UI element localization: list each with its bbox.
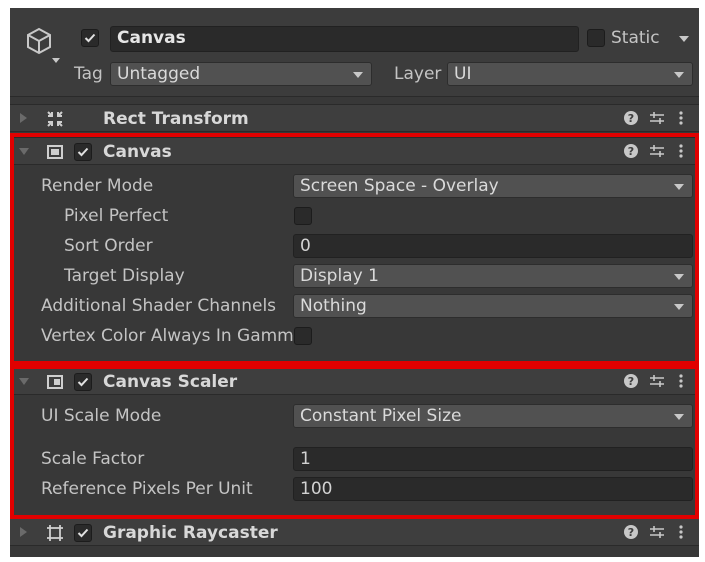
canvas-scaler-icon xyxy=(46,373,64,391)
help-icon[interactable]: ? xyxy=(623,143,639,159)
help-icon[interactable]: ? xyxy=(623,110,639,126)
layer-value: UI xyxy=(454,64,472,84)
ui-scale-mode-dropdown[interactable]: Constant Pixel Size xyxy=(293,404,693,428)
canvas-component-icon xyxy=(46,143,64,161)
ui-scale-mode-value: Constant Pixel Size xyxy=(300,406,462,426)
presets-icon[interactable] xyxy=(649,524,665,540)
name-field-value: Canvas xyxy=(117,28,186,48)
pixel-perfect-label: Pixel Perfect xyxy=(64,206,169,226)
gameobject-icon[interactable] xyxy=(24,26,54,56)
svg-text:?: ? xyxy=(628,526,634,539)
chevron-down-icon xyxy=(674,184,684,190)
sort-order-label: Sort Order xyxy=(64,236,153,256)
gameobject-header: Canvas Static Tag Untagged Layer UI xyxy=(10,8,699,97)
tag-value: Untagged xyxy=(117,64,201,84)
tag-dropdown[interactable]: Untagged xyxy=(110,62,372,86)
chevron-down-icon xyxy=(353,72,363,78)
rect-transform-header[interactable]: Rect Transform ? xyxy=(10,104,699,132)
rect-transform-title: Rect Transform xyxy=(103,109,249,129)
sort-order-field[interactable]: 0 xyxy=(293,234,693,258)
canvas-scaler-title: Canvas Scaler xyxy=(103,372,238,392)
chevron-down-icon xyxy=(674,304,684,310)
shader-channels-value: Nothing xyxy=(300,296,367,316)
scale-factor-field[interactable]: 1 xyxy=(293,447,693,471)
presets-icon[interactable] xyxy=(649,373,665,389)
foldout-arrow-icon[interactable] xyxy=(20,527,27,537)
canvas-enabled-checkbox[interactable] xyxy=(74,143,92,161)
layer-label: Layer xyxy=(394,64,442,84)
ui-scale-mode-label: UI Scale Mode xyxy=(41,406,162,426)
graphic-raycaster-header[interactable]: Graphic Raycaster ? xyxy=(10,518,699,546)
layer-dropdown[interactable]: UI xyxy=(447,62,693,86)
target-display-label: Target Display xyxy=(64,266,185,286)
more-menu-icon[interactable] xyxy=(677,524,685,540)
help-icon[interactable]: ? xyxy=(623,373,639,389)
chevron-down-icon xyxy=(674,414,684,420)
static-dropdown-caret-icon[interactable] xyxy=(679,36,689,42)
foldout-arrow-icon[interactable] xyxy=(19,148,29,155)
foldout-arrow-icon[interactable] xyxy=(19,378,29,385)
canvas-scaler-enabled-checkbox[interactable] xyxy=(74,373,92,391)
inspector-panel: Canvas Static Tag Untagged Layer UI Rect… xyxy=(10,8,699,557)
target-display-value: Display 1 xyxy=(300,266,379,286)
vertex-color-label: Vertex Color Always In Gamm xyxy=(41,328,293,345)
render-mode-value: Screen Space - Overlay xyxy=(300,176,499,196)
static-label: Static xyxy=(611,28,660,48)
more-menu-icon[interactable] xyxy=(677,143,685,159)
presets-icon[interactable] xyxy=(649,143,665,159)
more-menu-icon[interactable] xyxy=(677,373,685,389)
active-checkbox[interactable] xyxy=(81,29,99,47)
svg-text:?: ? xyxy=(628,375,634,388)
svg-text:?: ? xyxy=(628,112,634,125)
more-menu-icon[interactable] xyxy=(677,110,685,126)
target-display-dropdown[interactable]: Display 1 xyxy=(293,264,693,288)
graphic-raycaster-title: Graphic Raycaster xyxy=(103,523,278,543)
graphic-raycaster-icon xyxy=(46,524,64,542)
shader-channels-label: Additional Shader Channels xyxy=(41,296,277,316)
vertex-color-checkbox[interactable] xyxy=(294,327,312,345)
render-mode-dropdown[interactable]: Screen Space - Overlay xyxy=(293,174,693,198)
help-icon[interactable]: ? xyxy=(623,524,639,540)
shader-channels-dropdown[interactable]: Nothing xyxy=(293,294,693,318)
header-icons: ? xyxy=(623,372,693,392)
canvas-scaler-header[interactable]: Canvas Scaler ? xyxy=(10,367,699,395)
ref-pixels-label: Reference Pixels Per Unit xyxy=(41,479,253,499)
graphic-raycaster-enabled-checkbox[interactable] xyxy=(74,524,92,542)
canvas-component-title: Canvas xyxy=(103,142,172,162)
ref-pixels-value: 100 xyxy=(300,479,333,499)
icon-dropdown-caret-icon[interactable] xyxy=(52,58,60,63)
tag-label: Tag xyxy=(74,64,103,84)
chevron-down-icon xyxy=(674,274,684,280)
header-icons: ? xyxy=(623,109,693,129)
svg-text:?: ? xyxy=(628,145,634,158)
presets-icon[interactable] xyxy=(649,110,665,126)
scale-factor-label: Scale Factor xyxy=(41,449,145,469)
name-field[interactable]: Canvas xyxy=(110,26,579,52)
rect-transform-icon xyxy=(46,110,64,128)
header-icons: ? xyxy=(623,142,693,162)
foldout-arrow-icon[interactable] xyxy=(20,113,27,123)
static-checkbox[interactable] xyxy=(587,29,605,47)
header-icons: ? xyxy=(623,523,693,543)
canvas-component-header[interactable]: Canvas ? xyxy=(10,137,699,165)
render-mode-label: Render Mode xyxy=(41,176,154,196)
pixel-perfect-checkbox[interactable] xyxy=(294,207,312,225)
scale-factor-value: 1 xyxy=(300,449,311,469)
ref-pixels-field[interactable]: 100 xyxy=(293,477,693,501)
chevron-down-icon xyxy=(674,72,684,78)
sort-order-value: 0 xyxy=(300,236,311,256)
